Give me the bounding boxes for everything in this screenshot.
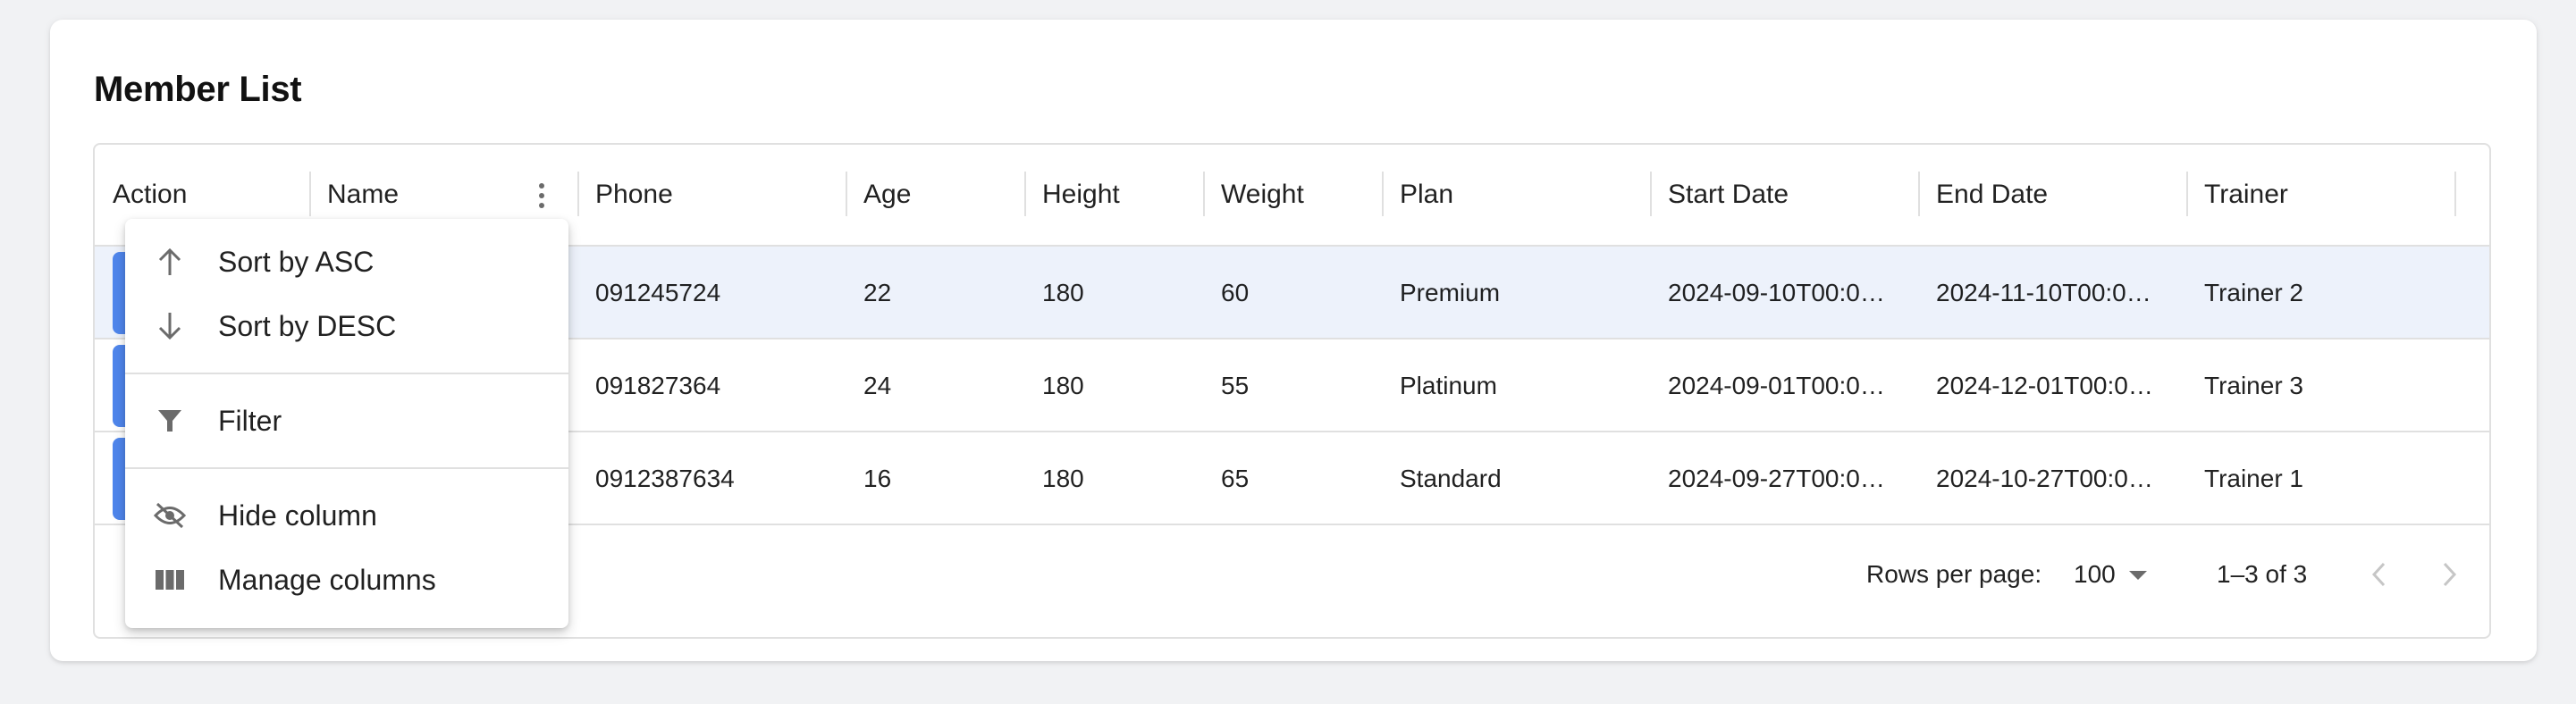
arrow-up-icon: [154, 246, 186, 278]
cell-age: 16: [863, 465, 892, 492]
column-menu-kebab-icon[interactable]: [531, 180, 552, 211]
cell-start-date: 2024-09-01T00:0…: [1668, 372, 1885, 399]
page-title: Member List: [94, 70, 302, 109]
visibility-off-icon: [154, 499, 186, 532]
column-header-height[interactable]: Height: [1024, 145, 1203, 245]
cell-age: 24: [863, 372, 892, 399]
menu-item-sort-asc[interactable]: Sort by ASC: [125, 230, 568, 294]
menu-item-label: Manage columns: [218, 563, 436, 596]
menu-item-sort-desc[interactable]: Sort by DESC: [125, 294, 568, 358]
menu-item-label: Sort by DESC: [218, 309, 397, 342]
column-header-plan[interactable]: Plan: [1382, 145, 1650, 245]
cell-weight: 65: [1221, 465, 1250, 492]
column-header-age[interactable]: Age: [846, 145, 1024, 245]
rows-per-page-label: Rows per page:: [1866, 560, 2042, 588]
menu-item-label: Hide column: [218, 499, 377, 532]
cell-end-date: 2024-11-10T00:0…: [1936, 279, 2151, 306]
cell-start-date: 2024-09-10T00:0…: [1668, 279, 1885, 306]
cell-plan: Standard: [1400, 465, 1502, 492]
menu-item-hide-column[interactable]: Hide column: [125, 483, 568, 548]
column-separator[interactable]: [2454, 172, 2456, 216]
menu-item-label: Filter: [218, 404, 282, 437]
menu-item-manage-columns[interactable]: Manage columns: [125, 548, 568, 612]
cell-trainer: Trainer 2: [2204, 279, 2304, 306]
menu-item-filter[interactable]: Filter: [125, 389, 568, 453]
filter-icon: [154, 405, 186, 437]
cell-start-date: 2024-09-27T00:0…: [1668, 465, 1885, 492]
column-menu: Sort by ASC Sort by DESC Filter Hide col…: [125, 219, 568, 628]
previous-page-button[interactable]: [2363, 558, 2395, 591]
column-header-start-date[interactable]: Start Date: [1650, 145, 1918, 245]
next-page-button[interactable]: [2433, 558, 2465, 591]
cell-age: 22: [863, 279, 892, 306]
cell-height: 180: [1042, 279, 1084, 306]
cell-height: 180: [1042, 372, 1084, 399]
cell-plan: Platinum: [1400, 372, 1497, 399]
column-header-weight[interactable]: Weight: [1203, 145, 1382, 245]
cell-trainer: Trainer 3: [2204, 372, 2304, 399]
rows-per-page-select[interactable]: 100: [2074, 526, 2116, 623]
chevron-down-icon[interactable]: [2129, 571, 2147, 580]
cell-phone: 0912387634: [595, 465, 735, 492]
cell-end-date: 2024-12-01T00:0…: [1936, 372, 2153, 399]
column-header-phone[interactable]: Phone: [577, 145, 846, 245]
cell-trainer: Trainer 1: [2204, 465, 2304, 492]
pagination-range: 1–3 of 3: [2217, 560, 2308, 588]
column-header-end-date[interactable]: End Date: [1918, 145, 2186, 245]
cell-phone: 091827364: [595, 372, 721, 399]
cell-plan: Premium: [1400, 279, 1501, 306]
cell-weight: 55: [1221, 372, 1250, 399]
cell-weight: 60: [1221, 279, 1250, 306]
menu-divider: [125, 373, 568, 374]
column-header-trainer[interactable]: Trainer: [2186, 145, 2454, 245]
chevron-right-icon: [2443, 562, 2457, 587]
cell-phone: 091245724: [595, 279, 721, 306]
cell-end-date: 2024-10-27T00:0…: [1936, 465, 2153, 492]
menu-divider: [125, 467, 568, 469]
arrow-down-icon: [154, 310, 186, 342]
chevron-left-icon: [2371, 562, 2386, 587]
menu-item-label: Sort by ASC: [218, 245, 375, 278]
cell-height: 180: [1042, 465, 1084, 492]
view-column-icon: [154, 564, 186, 596]
